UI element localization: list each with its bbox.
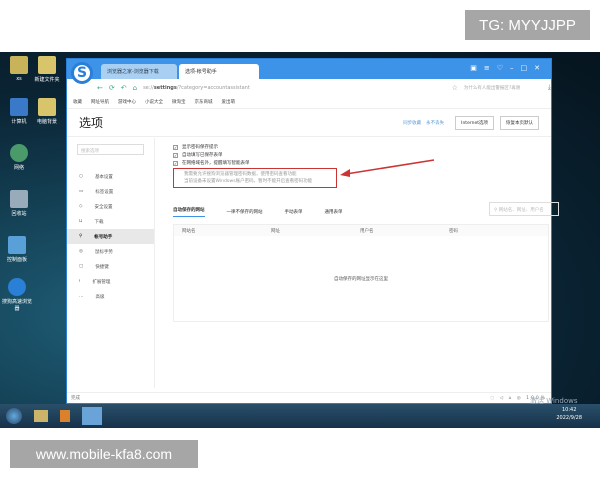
search-input[interactable]: 为什么有人能出警报区?再谢 [464, 85, 542, 91]
tab-auto-saved[interactable]: 自动保存的网站 [173, 207, 205, 217]
sidebar-item-label: 帐号助手 [94, 234, 113, 240]
desktop-icon[interactable]: 回收站 [2, 190, 36, 217]
table-header: 网站名 网址 用户名 密码 [174, 225, 548, 236]
desktop-icon[interactable]: 搜狗高速浏览器 [0, 278, 34, 312]
sidebar-icon: ○ [79, 174, 83, 179]
page-header: 选项 同步收藏 永不丢失 Internet选项 恢复本页默认 [67, 109, 551, 137]
window-controls[interactable]: ▣≡♡–□✕ [470, 64, 547, 72]
sidebar-search-input[interactable]: 搜索选项 [77, 144, 144, 155]
sidebar-item[interactable]: ▭ 标签设置 [67, 184, 154, 199]
tab-manual-forms[interactable]: 手动表单 [285, 209, 303, 215]
sidebar-item-label: 鼠标手势 [94, 249, 113, 255]
tg-watermark: TG: MYYJJPP [465, 10, 590, 40]
sidebar-item[interactable]: … 高级 [67, 289, 154, 304]
status-text: 完成 [71, 396, 80, 401]
sidebar-item[interactable]: ▢ 快捷键 [67, 259, 154, 274]
bookmarks-bar: 收藏 网址导航 游戏中心 小说大全 微淘宝 京东商城 爱出萌 [67, 96, 551, 109]
bookmark-item[interactable]: 游戏中心 [118, 99, 136, 105]
sync-link[interactable]: 同步收藏 [403, 120, 421, 126]
sidebar-item[interactable]: ⊔ 下载 [67, 214, 154, 229]
bookmark-item[interactable]: 京东商城 [195, 99, 213, 105]
sidebar-icon: … [79, 294, 84, 299]
start-button[interactable] [6, 408, 22, 424]
address-bar: ← ⟳ ↶ ⌂ se://settings/?category=accountassi… [67, 79, 551, 96]
sidebar-item-label: 下载 [94, 219, 104, 225]
sidebar-item[interactable]: ⚲ 帐号助手 [67, 229, 154, 244]
sidebar-item-label: 高级 [95, 294, 105, 300]
sogou-logo[interactable]: S [71, 62, 93, 84]
sidebar-item-label: 快捷键 [95, 264, 109, 270]
column-header[interactable]: 密码 [441, 228, 530, 234]
sidebar-icon: ◎ [79, 249, 83, 254]
star-icon[interactable]: ☆ [452, 84, 458, 92]
media-taskbar-icon[interactable] [60, 410, 70, 422]
download-icon[interactable]: ⤓ [548, 83, 551, 92]
desktop-icon[interactable]: 网络 [2, 144, 36, 171]
home-icon[interactable]: ⌂ [133, 84, 137, 92]
status-bar: 完成 ◌ ◁ ⌂ ◎ 100% [67, 392, 551, 403]
empty-message: 自动保存的网址显示在这里 [334, 277, 388, 282]
tab-common-forms[interactable]: 通用表单 [325, 209, 343, 215]
browser-window: S 浏览器之家-浏览器下载 选项-帐号助手 ▣≡♡–□✕ ← ⟳ ↶ ⌂ se://s… [66, 58, 559, 404]
sogou-taskbar-icon[interactable] [82, 407, 102, 425]
page-title: 选项 [79, 116, 104, 130]
sidebar-item-label: 基本设置 [94, 174, 113, 180]
explorer-taskbar-icon[interactable] [34, 410, 48, 422]
activate-windows-watermark: 激活 Windows [530, 397, 578, 405]
site-watermark: www.mobile-kfa8.com [10, 440, 198, 468]
refresh-icon[interactable]: ⟳ [109, 84, 115, 92]
tab-never-saved[interactable]: 一律不保存的网站 [227, 209, 263, 215]
sidebar-icon: ◇ [79, 204, 83, 209]
sync-link-2[interactable]: 永不丢失 [426, 120, 444, 126]
bookmark-item[interactable]: 小说大全 [145, 99, 163, 105]
sidebar-item[interactable]: ⁞ 扩展管理 [67, 274, 154, 289]
bookmark-item[interactable]: 网址导航 [91, 99, 109, 105]
table-search-input[interactable]: ⚲ 网站名、网址、用户名 [489, 202, 559, 216]
column-header[interactable]: 用户名 [352, 228, 441, 234]
sidebar-icon: ⁞ [79, 279, 81, 284]
restore-defaults-button[interactable]: 恢复本页默认 [500, 115, 539, 130]
desktop-icon[interactable]: 电脑背景 [30, 98, 64, 125]
desktop-icon[interactable]: 控制面板 [0, 236, 34, 263]
saved-sites-table: 网站名 网址 用户名 密码 自动保存的网址显示在这里 [173, 224, 549, 322]
checkbox[interactable]: ✓ [173, 152, 178, 158]
sidebar: 搜索选项 ○ 基本设置 ▭ 标签设置 ◇ 安全设置 ⊔ 下载 ⚲ 帐号助手 ◎ 鼠标手势 ▢ 快捷键 ⁞ 扩展… [67, 138, 155, 388]
checkbox[interactable]: ✓ [173, 160, 178, 166]
desktop-icon[interactable]: 新建文件夹 [30, 56, 64, 83]
bookmark-item[interactable]: 爱出萌 [222, 99, 236, 105]
sidebar-item-label: 安全设置 [94, 204, 113, 210]
bookmark-item[interactable]: 收藏 [73, 99, 82, 105]
password-tabs: 自动保存的网站 一律不保存的网站 手动表单 通用表单 ⚲ 网站名、网址、用户名 [173, 202, 559, 218]
taskbar [0, 404, 600, 428]
sidebar-icon: ▭ [79, 189, 84, 194]
column-header[interactable]: 网址 [263, 228, 352, 234]
sidebar-item[interactable]: ◇ 安全设置 [67, 199, 154, 214]
undo-icon[interactable]: ↶ [121, 84, 127, 92]
title-bar: S 浏览器之家-浏览器下载 选项-帐号助手 ▣≡♡–□✕ [67, 59, 551, 84]
column-header[interactable]: 网站名 [174, 228, 263, 234]
checkbox-row[interactable]: ✓ 显示密码保存提示 [173, 143, 551, 151]
checkbox[interactable]: ✓ [173, 144, 178, 150]
back-icon[interactable]: ← [97, 84, 103, 92]
internet-options-button[interactable]: Internet选项 [455, 115, 494, 130]
url-input[interactable]: se://settings/?category=accountassistant [143, 85, 446, 91]
sidebar-item-label: 扩展管理 [92, 279, 111, 285]
sidebar-item[interactable]: ◎ 鼠标手势 [67, 244, 154, 259]
sidebar-icon: ▢ [79, 264, 84, 269]
sidebar-icon: ⚲ [79, 234, 83, 239]
tab-browser-home[interactable]: 浏览器之家-浏览器下载 [101, 64, 177, 79]
clock[interactable]: 10:42 2022/9/28 [556, 406, 582, 422]
sidebar-icon: ⊔ [79, 219, 83, 224]
sidebar-item-label: 标签设置 [95, 189, 114, 195]
annotation-arrow [340, 159, 435, 177]
bookmark-item[interactable]: 微淘宝 [172, 99, 186, 105]
sidebar-item[interactable]: ○ 基本设置 [67, 169, 154, 184]
password-view-notice: 我需要允许搜狗浏览器管理密码数据，使用密码查看功能 当前设备未设置Windows… [173, 168, 337, 188]
tab-options[interactable]: 选项-帐号助手 [179, 64, 259, 79]
